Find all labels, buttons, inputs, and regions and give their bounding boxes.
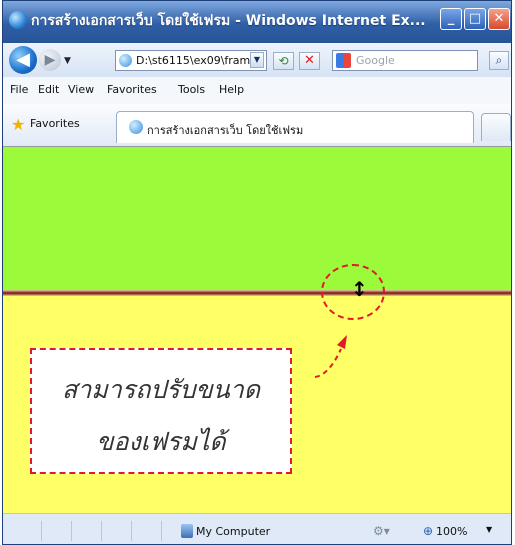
status-segment [43, 521, 72, 541]
address-bar[interactable]: D:\st6115\ex09\frame [115, 50, 267, 71]
tab-active[interactable]: การสร้างเอกสารเว็บ โดยใช้เฟรม [116, 111, 474, 143]
status-bar: My Computer ⚙▾ ⊕ 100% ▼ [3, 513, 511, 544]
title-bar[interactable]: การสร้างเอกสารเว็บ โดยใช้เฟรม - Windows … [3, 1, 511, 43]
menu-tools[interactable]: Tools [178, 83, 205, 96]
address-input[interactable]: D:\st6115\ex09\frame [136, 54, 257, 67]
tab-title: การสร้างเอกสารเว็บ โดยใช้เฟรม [147, 124, 304, 137]
favorites-bar: ★ Favorites การสร้างเอกสารเว็บ โดยใช้เฟร… [3, 104, 511, 146]
zoom-dropdown-icon[interactable]: ▼ [486, 525, 492, 534]
callout-text-line2: ของเฟรมได้ [96, 427, 226, 456]
annotation-callout: สามารถปรับขนาด ของเฟรมได้ [30, 348, 292, 474]
window-title: การสร้างเอกสารเว็บ โดยใช้เฟรม - Windows … [31, 13, 426, 29]
status-segment [13, 521, 42, 541]
menu-help[interactable]: Help [219, 83, 244, 96]
protected-mode-icon[interactable]: ⚙▾ [373, 524, 390, 538]
favorites-star-icon[interactable]: ★ [11, 115, 25, 134]
zoom-icon[interactable]: ⊕ [423, 524, 433, 538]
refresh-icon[interactable]: ⟲ [273, 52, 294, 70]
page-icon [119, 54, 132, 67]
address-dropdown-icon[interactable]: ▼ [250, 52, 264, 68]
status-zone-text: My Computer [196, 525, 271, 538]
new-tab-button[interactable] [481, 113, 511, 141]
ie-logo-icon [9, 11, 27, 29]
ie-page-icon [129, 120, 143, 134]
pointer-arrow-icon [314, 335, 347, 378]
status-segment [103, 521, 132, 541]
zoom-level[interactable]: 100% [436, 525, 467, 538]
history-dropdown-icon[interactable]: ▼ [64, 56, 71, 66]
menu-view[interactable]: View [68, 83, 94, 96]
navigation-bar: ◀ ▶ ▼ D:\st6115\ex09\frame ▼ ⟲ ✕ Google … [3, 43, 511, 77]
browser-window: การสร้างเอกสารเว็บ โดยใช้เฟรม - Windows … [2, 0, 512, 545]
search-box[interactable]: Google [332, 50, 478, 71]
minimize-button[interactable]: _ [440, 8, 462, 30]
computer-icon [181, 524, 193, 538]
maximize-button[interactable]: □ [464, 8, 486, 30]
forward-arrow-icon[interactable]: ▶ [39, 49, 61, 71]
favorites-button[interactable]: Favorites [30, 117, 80, 130]
back-arrow-icon[interactable]: ◀ [9, 46, 37, 74]
search-input[interactable]: Google [356, 54, 395, 67]
google-logo-icon [336, 53, 351, 68]
close-button[interactable]: ✕ [488, 8, 510, 30]
top-frame [3, 147, 511, 290]
status-segment [133, 521, 162, 541]
callout-text-line1: สามารถปรับขนาด [62, 375, 260, 404]
resize-cursor-icon: ↕ [351, 277, 368, 301]
menu-file[interactable]: File [10, 83, 28, 96]
search-icon[interactable]: ⌕ [489, 51, 509, 70]
stop-icon[interactable]: ✕ [299, 52, 320, 70]
status-segment [73, 521, 102, 541]
menu-edit[interactable]: Edit [38, 83, 59, 96]
menu-favorites[interactable]: Favorites [107, 83, 157, 96]
menu-bar: File Edit View Favorites Tools Help [3, 77, 511, 105]
